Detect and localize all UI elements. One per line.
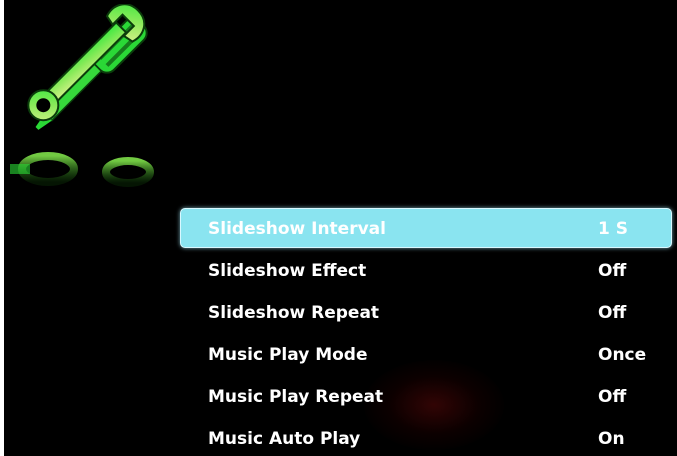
settings-menu: Slideshow Interval 1 S Slideshow Effect … xyxy=(180,208,672,456)
menu-item-label: Music Play Mode xyxy=(208,345,368,365)
menu-item-slideshow-repeat[interactable]: Slideshow Repeat Off xyxy=(180,292,672,334)
menu-item-value: Off xyxy=(598,387,627,407)
menu-item-label: Slideshow Repeat xyxy=(208,303,380,323)
menu-item-music-play-repeat[interactable]: Music Play Repeat Off xyxy=(180,376,672,418)
menu-item-label: Slideshow Interval xyxy=(208,219,386,239)
menu-item-label: Music Auto Play xyxy=(208,429,361,449)
settings-screen: Slideshow Interval 1 S Slideshow Effect … xyxy=(4,0,677,456)
wrench-screwdriver-icon xyxy=(10,4,154,187)
menu-item-slideshow-interval[interactable]: Slideshow Interval 1 S xyxy=(180,208,672,248)
menu-item-value: Off xyxy=(598,303,627,323)
menu-item-music-auto-play[interactable]: Music Auto Play On xyxy=(180,418,672,456)
menu-item-slideshow-effect[interactable]: Slideshow Effect Off xyxy=(180,250,672,292)
menu-item-value: Once xyxy=(598,345,647,365)
menu-item-value: Off xyxy=(598,261,627,281)
menu-item-value: On xyxy=(598,429,625,449)
menu-item-value: 1 S xyxy=(598,219,628,239)
menu-item-label: Slideshow Effect xyxy=(208,261,367,281)
menu-item-music-play-mode[interactable]: Music Play Mode Once xyxy=(180,334,672,376)
menu-item-label: Music Play Repeat xyxy=(208,387,384,407)
